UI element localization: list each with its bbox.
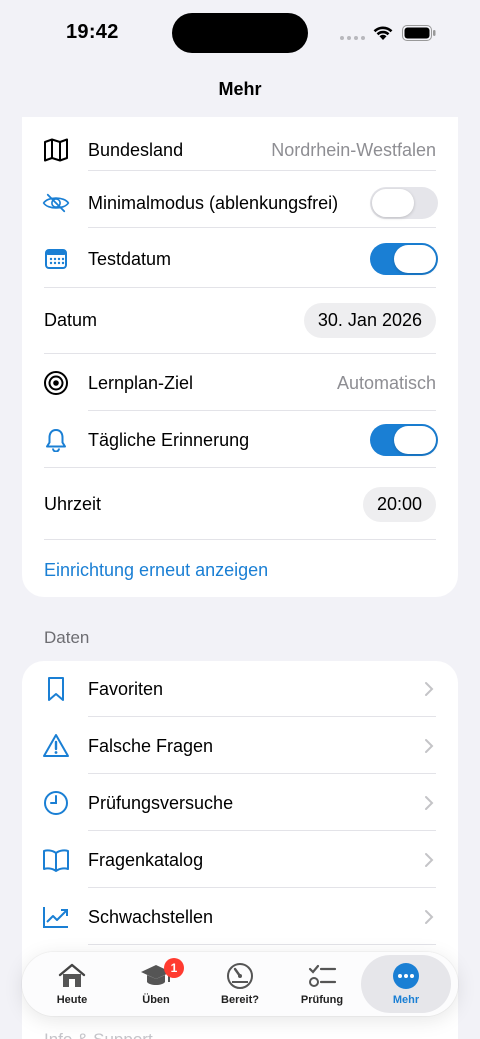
bundesland-row[interactable]: Bundesland Nordrhein-Westfalen <box>22 125 458 175</box>
calendar-icon <box>42 245 70 273</box>
clock-icon <box>42 789 70 817</box>
list-item-favoriten[interactable]: Favoriten <box>22 661 458 717</box>
divider <box>88 716 436 717</box>
tab-pruefung[interactable]: Prüfung <box>280 952 364 1016</box>
open-book-icon <box>42 846 70 874</box>
list-item-label: Schwachstellen <box>88 906 214 927</box>
setup-link-row: Einrichtung erneut anzeigen <box>22 545 458 595</box>
status-time: 19:42 <box>66 21 119 43</box>
tab-label: Heute <box>56 994 88 1006</box>
lernplan-ziel-value: Automatisch <box>336 372 436 393</box>
uhrzeit-row: Uhrzeit 20:00 <box>22 473 458 535</box>
more-icon <box>392 961 420 991</box>
divider <box>44 287 436 288</box>
divider <box>88 773 436 774</box>
datum-row: Datum 30. Jan 2026 <box>22 291 458 349</box>
divider <box>88 170 436 171</box>
cellular-signal-icon <box>340 36 365 40</box>
testdatum-label: Testdatum <box>88 248 172 269</box>
chevron-right-icon <box>425 682 434 696</box>
bundesland-label: Bundesland <box>88 139 184 160</box>
trend-chart-icon <box>42 903 70 931</box>
gauge-icon <box>226 961 254 991</box>
minimalmodus-row: Minimalmodus (ablenkungsfrei) <box>22 175 458 231</box>
settings-card: Bundesland Nordrhein-Westfalen Minimalmo… <box>22 117 458 597</box>
section-header-daten: Daten <box>44 628 90 647</box>
tab-heute[interactable]: Heute <box>30 952 114 1016</box>
tab-mehr[interactable]: Mehr <box>361 955 451 1013</box>
checklist-icon <box>307 961 337 991</box>
bell-icon <box>42 426 70 454</box>
divider <box>88 830 436 831</box>
notification-badge: 1 <box>164 958 184 978</box>
chevron-right-icon <box>425 853 434 867</box>
list-item-falsche-fragen[interactable]: Falsche Fragen <box>22 718 458 774</box>
erinnerung-label: Tägliche Erinnerung <box>88 429 250 450</box>
show-setup-again-link[interactable]: Einrichtung erneut anzeigen <box>44 560 268 581</box>
battery-icon <box>402 25 436 41</box>
tab-bereit[interactable]: Bereit? <box>198 952 282 1016</box>
divider <box>88 887 436 888</box>
tab-label: Mehr <box>392 994 420 1006</box>
list-item-schwachstellen[interactable]: Schwachstellen <box>22 889 458 945</box>
testdatum-toggle[interactable] <box>370 243 438 275</box>
bundesland-value: Nordrhein-Westfalen <box>271 139 436 160</box>
datum-label: Datum <box>44 309 98 330</box>
target-icon <box>42 369 70 397</box>
time-picker-button[interactable]: 20:00 <box>362 486 436 522</box>
divider <box>44 539 436 540</box>
divider <box>88 410 436 411</box>
tab-bar: Heute Üben 1 Bereit? Prüfung Mehr <box>22 952 458 1016</box>
status-bar: 19:42 <box>0 0 480 66</box>
list-item-label: Prüfungsversuche <box>88 792 234 813</box>
date-picker-button[interactable]: 30. Jan 2026 <box>303 302 436 338</box>
erinnerung-toggle[interactable] <box>370 424 438 456</box>
wifi-icon <box>373 26 393 40</box>
list-item-label: Fragenkatalog <box>88 849 204 870</box>
page-title: Mehr <box>218 79 262 99</box>
house-icon <box>57 961 87 991</box>
section-header-info-support: Info & Support <box>44 1030 153 1039</box>
erinnerung-row: Tägliche Erinnerung <box>22 414 458 466</box>
minimalmodus-toggle[interactable] <box>370 187 438 219</box>
uhrzeit-label: Uhrzeit <box>44 493 102 514</box>
divider <box>88 944 436 945</box>
divider <box>44 467 436 468</box>
tab-label: Bereit? <box>221 994 259 1006</box>
tab-label: Prüfung <box>300 994 344 1006</box>
divider <box>44 353 436 354</box>
chevron-right-icon <box>425 796 434 810</box>
list-item-label: Favoriten <box>88 678 164 699</box>
testdatum-row: Testdatum <box>22 231 458 287</box>
chevron-right-icon <box>425 739 434 753</box>
bookmark-icon <box>42 675 70 703</box>
chevron-right-icon <box>425 910 434 924</box>
map-icon <box>42 136 70 164</box>
tab-label: Üben <box>142 994 170 1006</box>
dynamic-island <box>172 13 308 53</box>
tab-ueben[interactable]: Üben 1 <box>114 952 198 1016</box>
list-item-fragenkatalog[interactable]: Fragenkatalog <box>22 832 458 888</box>
warning-triangle-icon <box>42 732 70 760</box>
list-item-pruefungsversuche[interactable]: Prüfungsversuche <box>22 775 458 831</box>
lernplan-ziel-label: Lernplan-Ziel <box>88 372 194 393</box>
lernplan-ziel-row[interactable]: Lernplan-Ziel Automatisch <box>22 357 458 409</box>
list-item-label: Falsche Fragen <box>88 735 214 756</box>
divider <box>88 227 436 228</box>
minimalmodus-label: Minimalmodus (ablenkungsfrei) <box>88 192 339 213</box>
eye-slash-icon <box>42 189 70 217</box>
